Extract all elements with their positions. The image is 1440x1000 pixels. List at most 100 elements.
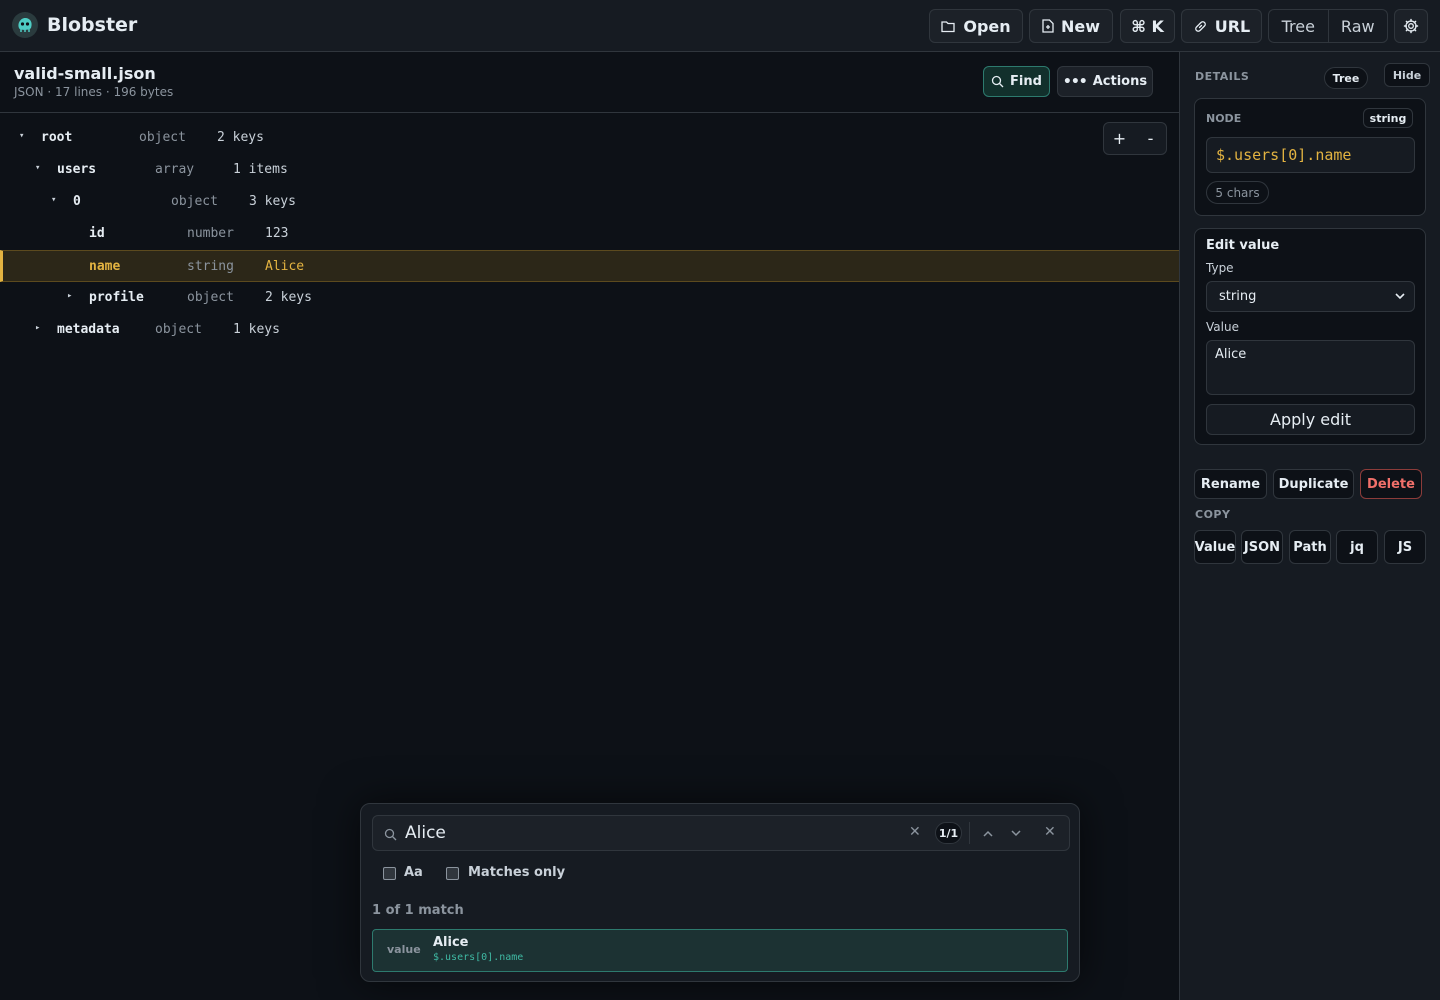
tree-key: metadata [57,322,120,337]
copy-jq-button[interactable]: jq [1336,530,1378,564]
matches-only-label: Matches only [468,865,566,880]
close-find-icon[interactable]: ✕ [1044,824,1056,840]
url-button[interactable]: URL [1181,9,1262,43]
tree-key: 0 [73,194,81,209]
open-label: Open [963,16,1011,36]
search-field: Alice ✕ 1/1 ✕ [372,815,1070,851]
copy-title: COPY [1195,508,1231,521]
node-type-badge: string [1363,108,1413,128]
tree-row-root[interactable]: ▾ root object 2 keys [0,122,1179,154]
tree-type: object [155,322,202,337]
expand-caret-icon[interactable]: ▸ [35,323,40,333]
type-select[interactable]: string [1206,281,1415,312]
tree-value: 2 keys [265,290,312,305]
search-result-item[interactable]: value Alice $.users[0].name [372,929,1068,972]
link-icon [1194,20,1206,32]
tree-key: name [89,259,121,274]
copy-path-button[interactable]: Path [1289,530,1331,564]
expand-caret-icon[interactable]: ▸ [67,291,72,301]
expand-caret-icon[interactable]: ▾ [19,131,24,141]
chevron-up-icon[interactable] [983,830,993,837]
node-label: NODE [1206,112,1242,125]
tree-row-metadata[interactable]: ▸ metadata object 1 keys [0,314,1179,346]
actions-label: Actions [1092,74,1148,89]
copy-json-button[interactable]: JSON [1241,530,1283,564]
tree-key: profile [89,290,144,305]
expand-all-button[interactable]: + [1104,123,1135,154]
open-button[interactable]: Open [929,9,1023,43]
chevron-down-icon[interactable] [1011,830,1021,837]
chevron-down-icon [1395,293,1405,300]
details-tree-toggle[interactable]: Tree [1324,67,1368,89]
tree-type: number [187,226,234,241]
node-card: NODE string $.users[0].name 5 chars [1194,98,1426,216]
file-name: valid-small.json [14,64,156,83]
tree-value: 3 keys [249,194,296,209]
new-button[interactable]: New [1029,9,1113,43]
type-select-value: string [1219,289,1257,304]
copy-js-button[interactable]: JS [1384,530,1426,564]
edit-title: Edit value [1206,238,1280,253]
tree-key: users [57,162,97,177]
file-plus-icon [1042,19,1054,33]
tree-type: object [171,194,218,209]
tree-type: object [187,290,234,305]
tree-row-name[interactable]: name string Alice [0,250,1179,282]
node-path: $.users[0].name [1206,137,1415,173]
url-label: URL [1214,16,1251,36]
case-sensitive-checkbox[interactable] [383,867,396,880]
collapse-all-button[interactable]: - [1135,123,1166,154]
value-textarea[interactable]: Alice [1206,340,1415,395]
tree-row-id[interactable]: id number 123 [0,218,1179,250]
clear-search-icon[interactable]: ✕ [909,824,921,840]
folder-icon [941,20,955,32]
command-palette-button[interactable]: ⌘ K [1120,9,1175,43]
blob-logo-icon [12,12,38,38]
matches-only-checkbox[interactable] [446,867,459,880]
tree-type: object [139,130,186,145]
delete-button[interactable]: Delete [1360,469,1422,499]
match-summary: 1 of 1 match [372,903,464,918]
hide-details-button[interactable]: Hide [1384,63,1430,87]
tree-row-0[interactable]: ▾ 0 object 3 keys [0,186,1179,218]
tree-type: string [187,259,234,274]
rename-button[interactable]: Rename [1194,469,1267,499]
search-icon [384,828,397,841]
result-text: Alice [433,935,469,950]
file-header: valid-small.json JSON · 17 lines · 196 b… [0,52,1179,113]
tree-view-tab[interactable]: Tree [1269,10,1328,42]
edit-card: Edit value Type string Value Alice Apply… [1194,228,1426,445]
search-icon [991,75,1004,88]
raw-view-tab[interactable]: Raw [1327,10,1388,42]
details-sidebar: DETAILS Tree Hide NODE string $.users[0]… [1179,52,1440,1000]
tree-value: Alice [265,259,305,274]
expand-collapse-controls: + - [1103,122,1167,155]
new-label: New [1060,16,1101,36]
search-input[interactable]: Alice [405,823,446,843]
duplicate-button[interactable]: Duplicate [1273,469,1354,499]
char-count-badge: 5 chars [1206,181,1269,204]
top-bar: Blobster Open New ⌘ K URL Tree Raw [0,0,1440,52]
result-path: $.users[0].name [433,952,524,963]
view-mode-toggle: Tree Raw [1268,9,1388,43]
tree-row-profile[interactable]: ▸ profile object 2 keys [0,282,1179,314]
brand: Blobster [12,12,137,38]
find-label: Find [1010,74,1042,89]
tree-value: 2 keys [217,130,264,145]
actions-button[interactable]: ••• Actions [1057,66,1153,97]
expand-caret-icon[interactable]: ▾ [35,163,40,173]
case-sensitive-label: Aa [404,865,423,880]
find-button[interactable]: Find [983,66,1050,97]
expand-caret-icon[interactable]: ▾ [51,195,56,205]
tree-key: id [89,226,105,241]
tree-key: root [41,130,73,145]
settings-button[interactable] [1394,9,1428,43]
gear-icon [1403,18,1419,34]
tree-value: 1 keys [233,322,280,337]
tree-row-users[interactable]: ▾ users array 1 items [0,154,1179,186]
apply-edit-button[interactable]: Apply edit [1206,404,1415,435]
value-text: Alice [1215,347,1247,362]
match-count-badge: 1/1 [935,822,962,844]
copy-value-button[interactable]: Value [1194,530,1236,564]
app-name: Blobster [47,14,138,36]
